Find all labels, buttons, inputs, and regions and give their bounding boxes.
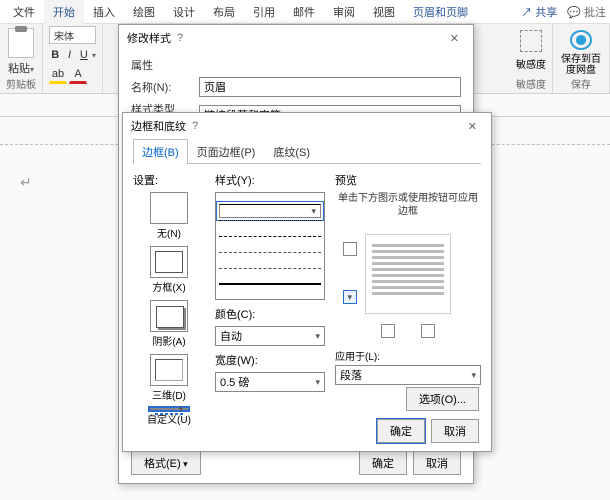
baidu-group: 保存到百度网盘 保存 <box>553 24 610 93</box>
color-label: 颜色(C): <box>215 306 325 322</box>
properties-section-label: 属性 <box>131 57 461 73</box>
ribbon-tab-insert[interactable]: 插入 <box>84 0 124 24</box>
paragraph-mark-icon: ↵ <box>20 174 32 191</box>
width-label: 宽度(W): <box>215 352 325 368</box>
line-style-listbox[interactable] <box>215 192 325 300</box>
width-value: 0.5 磅 <box>220 374 249 390</box>
tab-borders[interactable]: 边框(B) <box>133 139 188 164</box>
borders-titlebar[interactable]: 边框和底纹 ? ✕ <box>123 113 491 139</box>
modify-style-titlebar[interactable]: 修改样式 ? ✕ <box>119 25 473 51</box>
borders-tabstrip: 边框(B) 页面边框(P) 底纹(S) <box>133 139 481 164</box>
comments-button[interactable]: 💬 批注 <box>567 4 606 20</box>
sensitivity-group-label: 敏感度 <box>516 76 546 93</box>
underline-dropdown[interactable]: ▾ <box>92 51 96 60</box>
ribbon-tab-home[interactable]: 开始 <box>44 0 84 24</box>
color-value: 自动 <box>220 328 242 344</box>
baidu-icon[interactable] <box>570 30 592 50</box>
line-style-dashed[interactable] <box>219 236 321 250</box>
ribbon-tabs: 文件 开始 插入 绘图 设计 布局 引用 邮件 审阅 视图 页眉和页脚 ↗ 共享… <box>0 0 610 24</box>
ribbon-tab-references[interactable]: 引用 <box>244 0 284 24</box>
style-label: 样式(Y): <box>215 172 325 188</box>
borders-title: 边框和底纹 <box>131 118 186 134</box>
ribbon-tab-draw[interactable]: 绘图 <box>124 0 164 24</box>
ribbon-tab-mailings[interactable]: 邮件 <box>284 0 324 24</box>
borders-ok-button[interactable]: 确定 <box>377 419 425 443</box>
borders-shading-dialog: 边框和底纹 ? ✕ 边框(B) 页面边框(P) 底纹(S) 设置: 无(N) 方… <box>122 112 492 452</box>
ribbon-tab-layout[interactable]: 布局 <box>204 0 244 24</box>
setting-label: 设置: <box>133 172 205 188</box>
ribbon-tab-design[interactable]: 设计 <box>164 0 204 24</box>
width-select[interactable]: 0.5 磅 <box>215 372 325 392</box>
save-group-label: 保存 <box>559 76 603 93</box>
options-button[interactable]: 选项(O)... <box>406 387 479 411</box>
sensitivity-button-label: 敏感度 <box>516 56 546 71</box>
apply-to-select[interactable]: 段落 <box>335 365 481 385</box>
style-name-input[interactable] <box>199 77 461 97</box>
ribbon-tab-file[interactable]: 文件 <box>4 0 44 24</box>
name-label: 名称(N): <box>131 79 191 95</box>
setting-shadow[interactable]: 阴影(A) <box>133 300 205 348</box>
style-ok-button[interactable]: 确定 <box>359 451 407 475</box>
apply-to-value: 段落 <box>340 367 362 383</box>
preview-label: 预览 <box>335 172 481 188</box>
apply-to-label: 应用于(L): <box>335 348 481 363</box>
border-right-toggle[interactable] <box>421 324 435 338</box>
help-button[interactable]: ? <box>171 32 189 44</box>
setting-box[interactable]: 方框(X) <box>133 246 205 294</box>
line-style-solid[interactable] <box>219 204 321 218</box>
line-style-longdash[interactable] <box>219 268 321 282</box>
borders-close-icon[interactable]: ✕ <box>462 120 483 133</box>
border-top-toggle[interactable] <box>343 242 357 256</box>
line-style-dashdot[interactable] <box>219 252 321 266</box>
modify-style-title: 修改样式 <box>127 30 171 46</box>
sensitivity-icon[interactable] <box>520 30 542 52</box>
baidu-button-label: 保存到百度网盘 <box>559 54 603 76</box>
underline-button[interactable]: U <box>78 46 90 64</box>
line-style-dotted[interactable] <box>219 220 321 234</box>
format-dropdown-button[interactable]: 格式(E) <box>131 451 201 475</box>
bold-button[interactable]: B <box>49 46 61 64</box>
ribbon-tab-review[interactable]: 审阅 <box>324 0 364 24</box>
setting-box-label: 方框(X) <box>152 279 185 294</box>
borders-cancel-button[interactable]: 取消 <box>431 419 479 443</box>
font-color-button[interactable]: A <box>69 66 87 84</box>
line-style-thick[interactable] <box>219 283 321 297</box>
borders-help-button[interactable]: ? <box>186 120 204 132</box>
highlight-button[interactable]: ab <box>49 66 67 84</box>
comments-label: 批注 <box>584 7 606 19</box>
sensitivity-group: 敏感度 敏感度 <box>510 24 553 93</box>
share-button[interactable]: ↗ 共享 <box>515 2 563 22</box>
border-left-toggle[interactable] <box>381 324 395 338</box>
color-select[interactable]: 自动 <box>215 326 325 346</box>
setting-custom[interactable]: 自定义(U) <box>133 408 205 426</box>
setting-none-label: 无(N) <box>157 225 181 240</box>
tab-shading[interactable]: 底纹(S) <box>264 139 319 164</box>
clipboard-group: 粘贴▾ 剪贴板 <box>0 24 43 93</box>
font-group: 宋体 B I U ▾ ab A <box>43 24 103 93</box>
border-bottom-toggle[interactable] <box>343 290 357 304</box>
share-label: 共享 <box>535 7 557 19</box>
setting-3d[interactable]: 三维(D) <box>133 354 205 402</box>
ribbon-tab-view[interactable]: 视图 <box>364 0 404 24</box>
setting-shadow-label: 阴影(A) <box>152 333 185 348</box>
clipboard-group-label: 剪贴板 <box>6 76 36 93</box>
italic-button[interactable]: I <box>63 46 75 64</box>
tab-page-border[interactable]: 页面边框(P) <box>188 139 265 164</box>
ribbon-tab-header-footer[interactable]: 页眉和页脚 <box>404 0 477 24</box>
paste-icon[interactable] <box>8 28 34 58</box>
setting-none[interactable]: 无(N) <box>133 192 205 240</box>
setting-3d-label: 三维(D) <box>152 387 186 402</box>
preview-paragraph[interactable] <box>365 234 451 314</box>
close-icon[interactable]: ✕ <box>444 32 465 45</box>
preview-hint: 单击下方图示或使用按钮可应用边框 <box>335 192 481 218</box>
paste-button[interactable]: 粘贴▾ <box>6 60 36 76</box>
preview-area <box>335 224 481 344</box>
style-cancel-button[interactable]: 取消 <box>413 451 461 475</box>
font-name-combo[interactable]: 宋体 <box>49 26 96 44</box>
